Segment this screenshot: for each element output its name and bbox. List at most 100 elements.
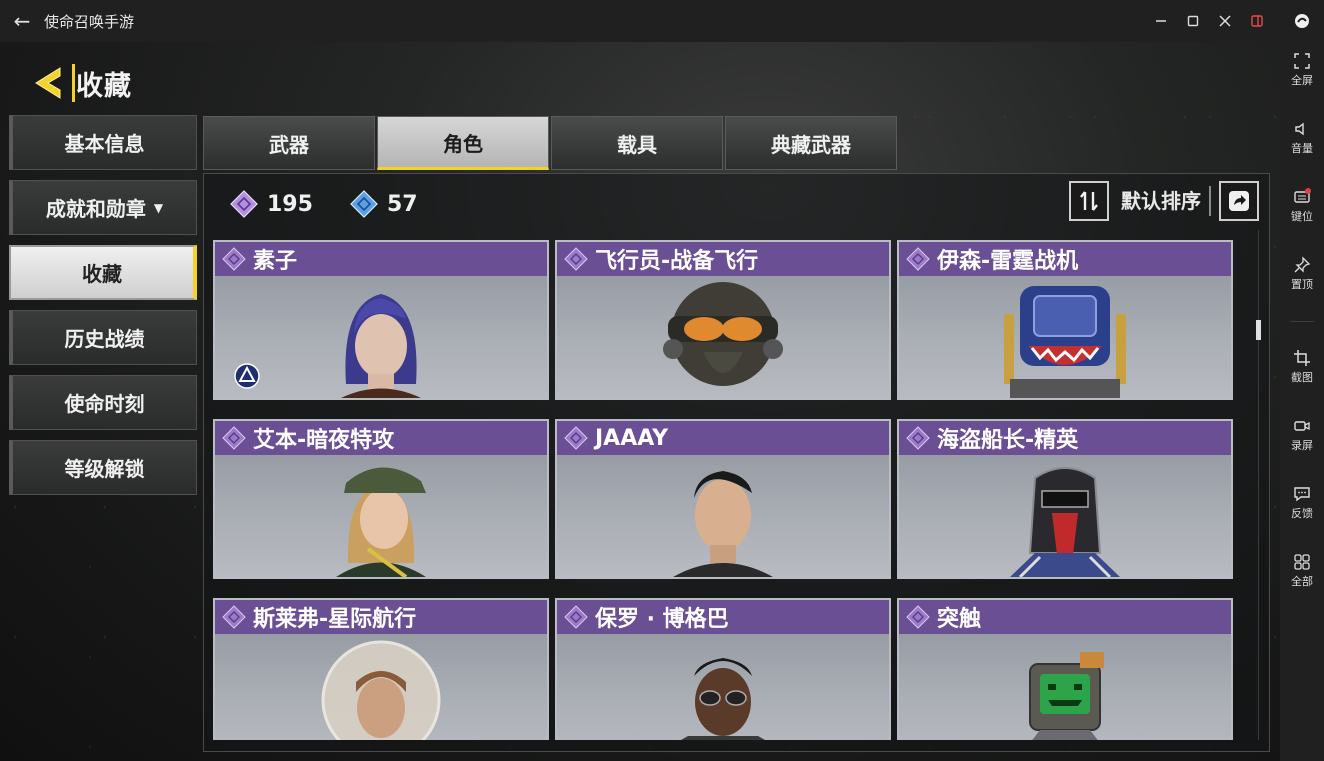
- character-card[interactable]: 斯莱弗-星际航行: [213, 598, 549, 740]
- sort-arrows-icon: [1080, 191, 1098, 211]
- share-button[interactable]: [1219, 181, 1259, 221]
- epic-diamond-icon: [906, 247, 930, 271]
- purple-diamond-icon: [230, 190, 258, 218]
- character-portrait: [1004, 286, 1126, 398]
- scroll-track[interactable]: [1258, 230, 1259, 740]
- character-name: JAAAY: [595, 425, 669, 451]
- character-name: 素子: [253, 249, 298, 274]
- pin-icon: [1294, 256, 1311, 273]
- epic-count-stat: 195: [229, 189, 313, 219]
- sidebar-item-label: 截图: [1291, 371, 1313, 384]
- tab-legendary-weapons[interactable]: 典藏武器: [725, 116, 897, 170]
- tab-label: 角色: [443, 131, 483, 156]
- character-portrait: [341, 294, 421, 398]
- menu-item-history[interactable]: 历史战绩: [9, 310, 197, 365]
- sidebar-item-label: 置顶: [1291, 278, 1313, 291]
- character-grid: 素子 飞行员-战备飞行 伊森-雷霆战机 艾本-暗夜特攻 JAAAY 海盗船长-精…: [213, 240, 1237, 740]
- crop-icon: [1294, 350, 1310, 366]
- epic-diamond-icon: [222, 247, 246, 271]
- faction-badge-icon: [234, 363, 260, 389]
- back-chevron-icon[interactable]: [30, 64, 68, 102]
- volume-icon: [1295, 122, 1304, 136]
- page-header: 收藏: [30, 62, 132, 104]
- feedback-icon: [1294, 487, 1310, 502]
- character-portrait: [336, 467, 426, 577]
- menu-item-label: 使命时刻: [64, 392, 145, 416]
- record-icon: [1294, 421, 1310, 431]
- menu-item-achievements[interactable]: 成就和勋章 ▼: [9, 180, 197, 235]
- rarity-stats: 195 57: [229, 186, 444, 222]
- epic-diamond-icon: [564, 426, 588, 450]
- tab-vehicles[interactable]: 载具: [551, 116, 723, 170]
- emulator-logo-icon: [1280, 0, 1324, 42]
- scroll-thumb[interactable]: [1256, 320, 1261, 340]
- character-portrait: [681, 658, 765, 740]
- sort-controls: 默认排序: [1069, 180, 1259, 222]
- character-name: 保罗 · 博格巴: [595, 607, 729, 632]
- sidebar-screenshot-button[interactable]: 截图: [1280, 349, 1324, 385]
- maximize-icon[interactable]: [1184, 12, 1202, 30]
- character-portrait: [1029, 652, 1104, 740]
- epic-diamond-icon: [906, 426, 930, 450]
- sidebar-volume-button[interactable]: 音量: [1280, 120, 1324, 156]
- collection-panel: 195 57 默认排序 素子 飞行员-战备飞行 伊森-雷霆战机 艾本-暗夜特攻 …: [203, 173, 1270, 752]
- menu-item-label: 收藏: [82, 262, 122, 286]
- close-icon[interactable]: [1216, 12, 1234, 30]
- menu-item-label: 历史战绩: [64, 327, 145, 351]
- menu-item-collection[interactable]: 收藏: [9, 245, 197, 300]
- tab-weapons[interactable]: 武器: [203, 116, 375, 170]
- menu-item-label: 等级解锁: [64, 457, 145, 481]
- sidebar-toggle-icon[interactable]: [1248, 12, 1266, 30]
- character-portrait: [1010, 467, 1120, 577]
- back-arrow-icon[interactable]: ←: [0, 9, 44, 33]
- epic-diamond-icon: [906, 605, 930, 629]
- character-name: 艾本-暗夜特攻: [253, 428, 395, 453]
- character-name: 伊森-雷霆战机: [937, 249, 1079, 274]
- rare-count-stat: 57: [349, 189, 418, 219]
- sidebar-all-button[interactable]: 全部: [1280, 553, 1324, 589]
- character-card[interactable]: 突触: [897, 598, 1233, 740]
- window-titlebar: ← 使命召唤手游: [0, 0, 1280, 42]
- character-card[interactable]: 艾本-暗夜特攻: [213, 419, 549, 579]
- sidebar-item-label: 音量: [1291, 142, 1313, 155]
- menu-item-basic-info[interactable]: 基本信息: [9, 115, 197, 170]
- sidebar-item-label: 反馈: [1291, 507, 1313, 520]
- sidebar-keymap-button[interactable]: 键位: [1280, 188, 1324, 224]
- category-tabs: 武器 角色 载具 典藏武器: [203, 116, 897, 172]
- tab-characters[interactable]: 角色: [377, 116, 549, 170]
- character-name: 海盗船长-精英: [937, 428, 1079, 453]
- menu-item-label: 成就和勋章: [45, 197, 146, 221]
- character-card[interactable]: 素子: [213, 240, 549, 400]
- minimize-icon[interactable]: [1152, 12, 1170, 30]
- keymap-icon: [1294, 188, 1311, 203]
- character-card[interactable]: 飞行员-战备飞行: [555, 240, 891, 400]
- menu-item-level-unlock[interactable]: 等级解锁: [9, 440, 197, 495]
- menu-item-mission-moments[interactable]: 使命时刻: [9, 375, 197, 430]
- sort-toggle-button[interactable]: [1069, 181, 1109, 221]
- epic-count-value: 195: [267, 191, 313, 217]
- sidebar-item-label: 录屏: [1291, 439, 1313, 452]
- character-card[interactable]: 海盗船长-精英: [897, 419, 1233, 579]
- character-portrait: [673, 471, 773, 577]
- sort-label[interactable]: 默认排序: [1121, 186, 1211, 216]
- tab-label: 载具: [617, 132, 657, 157]
- window-title: 使命召唤手游: [44, 12, 135, 31]
- rare-count-value: 57: [386, 191, 418, 217]
- character-portrait: [663, 282, 783, 386]
- sidebar-pin-button[interactable]: 置顶: [1280, 256, 1324, 292]
- game-viewport: 收藏 基本信息 成就和勋章 ▼ 收藏 历史战绩 使命时刻 等级解锁 武器 角色 …: [0, 42, 1280, 761]
- header-accent-bar: [72, 64, 75, 102]
- character-card[interactable]: 伊森-雷霆战机: [897, 240, 1233, 400]
- epic-diamond-icon: [564, 247, 588, 271]
- tab-label: 武器: [269, 132, 309, 157]
- character-card[interactable]: JAAAY: [555, 419, 891, 579]
- character-card[interactable]: 保罗 · 博格巴: [555, 598, 891, 740]
- sidebar-record-button[interactable]: 录屏: [1280, 417, 1324, 453]
- sidebar-item-label: 全屏: [1291, 74, 1313, 87]
- sidebar-fullscreen-button[interactable]: 全屏: [1280, 52, 1324, 88]
- share-icon: [1229, 191, 1249, 211]
- sidebar-feedback-button[interactable]: 反馈: [1280, 485, 1324, 521]
- menu-item-label: 基本信息: [64, 132, 145, 156]
- character-name: 突触: [937, 607, 982, 632]
- sidebar-item-label: 键位: [1291, 210, 1313, 223]
